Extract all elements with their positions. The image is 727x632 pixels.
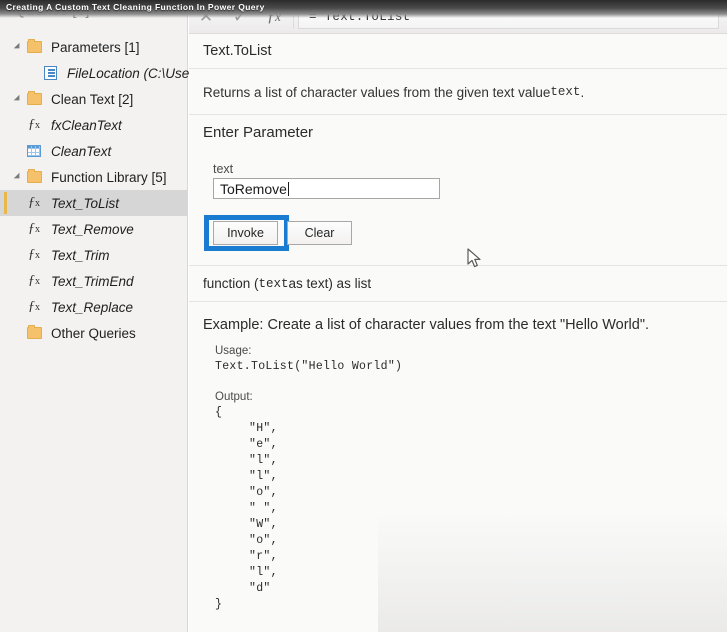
folder-icon: [24, 86, 44, 112]
expand-collapse-icon[interactable]: [12, 34, 24, 60]
signature-param: text: [258, 276, 289, 291]
query-tree-item-label: Text_Trim: [51, 247, 110, 263]
text-param-label: text: [213, 162, 234, 176]
clear-button[interactable]: Clear: [287, 221, 352, 245]
function-detail-pane: ✕ ✓ ƒx = Text.ToList Text.ToList Returns…: [189, 0, 727, 632]
function-icon: ƒx: [28, 221, 40, 236]
output-item: "l",: [249, 454, 278, 467]
output-item: "o",: [249, 486, 278, 499]
output-items: "H", "e", "l", "l", "o", " ", "W", "o", "r", "l",…: [215, 421, 727, 597]
query-tree-item[interactable]: ƒx Text_ToList: [0, 190, 187, 216]
usage-code: Text.ToList("Hello World"): [215, 360, 403, 373]
query-tree-item-label: Text_TrimEnd: [51, 273, 134, 289]
query-tree-item-label: CleanText: [51, 143, 112, 159]
query-tree-item-label: Text_Replace: [51, 299, 134, 315]
table-icon: [24, 138, 44, 164]
text-cursor-caret: [287, 181, 289, 196]
query-tree-item-label: Text_ToList: [51, 195, 120, 211]
output-label: Output:: [215, 391, 253, 403]
expand-collapse-icon[interactable]: [12, 86, 24, 112]
function-icon: ƒx: [28, 273, 40, 288]
function-description-text: Returns a list of character values from …: [203, 84, 551, 100]
folder-icon: [24, 320, 44, 346]
enter-parameter-section: Enter Parameter text ToRemove Invoke Cle…: [189, 116, 727, 266]
query-tree-item[interactable]: ƒx Text_Trim: [0, 242, 187, 268]
text-param-value: ToRemove: [220, 180, 287, 197]
query-tree-item-label: Text_Remove: [51, 221, 134, 237]
usage-label: Usage:: [215, 345, 252, 357]
invoke-button[interactable]: Invoke: [213, 221, 278, 245]
output-item: " ",: [249, 502, 278, 515]
output-item: "l",: [249, 566, 278, 579]
enter-parameter-heading: Enter Parameter: [203, 124, 314, 141]
formula-bar-divider: [293, 4, 294, 29]
example-section: Example: Create a list of character valu…: [189, 303, 727, 632]
query-tree-item[interactable]: Clean Text [2]: [0, 86, 187, 112]
function-name: Text.ToList: [189, 34, 727, 69]
text-param-input[interactable]: ToRemove: [213, 178, 440, 199]
function-description: Returns a list of character values from …: [189, 70, 727, 115]
selection-accent-bar: [4, 192, 7, 214]
output-item: "W",: [249, 518, 278, 531]
query-tree-item[interactable]: Parameters [1]: [0, 34, 187, 60]
checkmark-icon[interactable]: ✓: [223, 0, 257, 33]
folder-icon: [24, 34, 44, 60]
fx-icon[interactable]: ƒx: [257, 0, 291, 33]
output-item: "l",: [249, 470, 278, 483]
folder-icon: [24, 164, 44, 190]
query-tree-item-label: fxCleanText: [51, 117, 122, 133]
query-tree-item[interactable]: Other Queries: [0, 320, 187, 346]
query-tree-item[interactable]: ƒx Text_TrimEnd: [0, 268, 187, 294]
function-description-param: text: [550, 85, 581, 99]
function-icon: ƒx: [28, 195, 40, 210]
example-body: Usage: Text.ToList("Hello World") Output…: [203, 345, 727, 613]
output-open-brace: {: [215, 406, 223, 419]
formula-bar: ✕ ✓ ƒx = Text.ToList: [189, 0, 727, 34]
power-query-function-invoke-screen: Queries [6] Parameters [1] FileLocation (…: [0, 0, 727, 632]
query-tree-item-label: Parameters [1]: [51, 39, 140, 55]
query-tree-item-label: Clean Text [2]: [51, 91, 134, 107]
function-icon: ƒx: [28, 247, 40, 262]
query-tree-item[interactable]: ƒx fxCleanText: [0, 112, 187, 138]
output-item: "H",: [249, 422, 278, 435]
output-block: { "H", "e", "l", "l", "o", " ", "W", "o", "r", "l…: [215, 405, 727, 613]
query-tree-item[interactable]: ƒx Text_Replace: [0, 294, 187, 320]
query-tree-item[interactable]: ƒx Text_Remove: [0, 216, 187, 242]
function-icon: ƒx: [28, 117, 40, 132]
query-tree-item[interactable]: FileLocation (C:\Users\L...: [0, 60, 223, 86]
queries-pane: Queries [6] Parameters [1] FileLocation (…: [0, 0, 223, 632]
output-item: "r",: [249, 550, 278, 563]
output-item: "d": [249, 582, 271, 595]
signature-post: as text) as list: [288, 276, 372, 291]
output-close-brace: }: [215, 598, 223, 611]
signature-pre: function (: [203, 276, 259, 291]
expand-collapse-icon[interactable]: [12, 164, 24, 190]
queries-tree[interactable]: Parameters [1] FileLocation (C:\Users\L..…: [0, 34, 223, 346]
example-heading: Example: Create a list of character valu…: [203, 317, 650, 333]
function-signature: function (text as text) as list: [189, 266, 727, 302]
close-icon[interactable]: ✕: [189, 0, 223, 33]
example-spacer: [215, 375, 727, 391]
output-item: "o",: [249, 534, 278, 547]
output-item: "e",: [249, 438, 278, 451]
function-icon: ƒx: [28, 299, 40, 314]
parameter-icon: [40, 60, 60, 86]
function-description-period: .: [580, 84, 585, 100]
query-tree-item-label: Other Queries: [51, 325, 136, 341]
formula-input[interactable]: = Text.ToList: [298, 4, 719, 29]
queries-pane-header: Queries [6]: [14, 2, 90, 19]
query-tree-item[interactable]: Function Library [5]: [0, 164, 187, 190]
query-tree-item[interactable]: CleanText: [0, 138, 187, 164]
query-tree-item-label: Function Library [5]: [51, 169, 167, 185]
